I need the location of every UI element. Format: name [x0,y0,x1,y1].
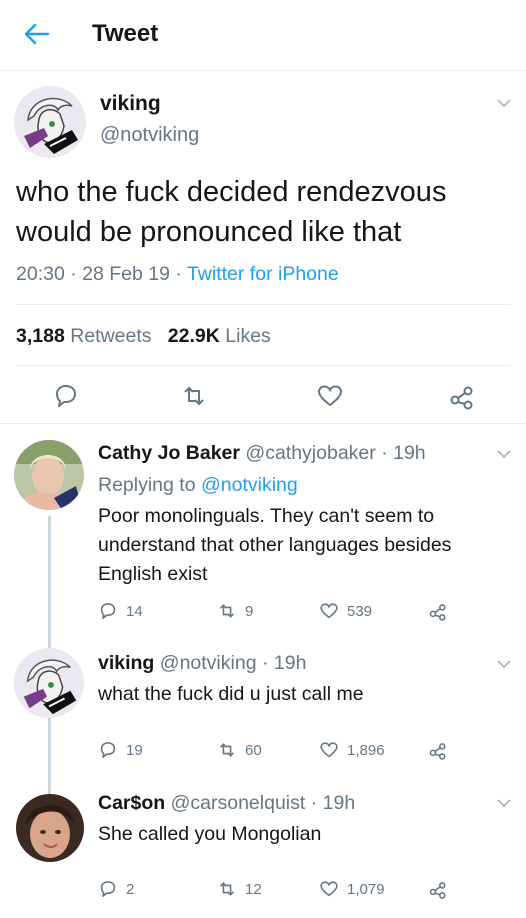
divider [16,365,511,366]
reply-author-name[interactable]: viking [98,652,154,674]
avatar[interactable] [14,648,84,718]
replying-prefix: Replying to [98,474,196,496]
likes-stat[interactable]: 22.9K Likes [168,325,271,347]
reply-text: She called you Mongolian [98,823,322,845]
author-name[interactable]: viking [100,92,161,116]
reply-text: Poor monolinguals. They can't seem to un… [98,505,452,585]
retweet-icon [220,882,234,896]
reply-author-handle[interactable]: @carsonelquist [171,792,306,814]
share-icon [429,743,446,760]
heart-icon [320,881,338,897]
share-button[interactable] [428,739,456,761]
reply-icon [100,603,116,619]
reply-count: 19 [126,741,143,759]
divider [16,304,511,305]
retweet-button[interactable]: 12 [217,878,262,900]
reply-header: viking @notviking · 19h [98,652,307,674]
retweet-count: 9 [245,602,254,620]
retweet-icon [220,604,234,618]
reply-button[interactable]: 19 [98,739,143,761]
reply-icon [100,881,116,897]
retweets-count: 3,188 [16,325,65,347]
share-button[interactable] [428,878,456,900]
tweet-time: 20:30 [16,263,65,285]
reply-header: Cathy Jo Baker @cathyjobaker · 19h [98,442,426,464]
retweet-icon[interactable] [180,382,208,410]
retweet-button[interactable]: 9 [217,600,253,622]
reply-age: 19h [322,792,356,814]
reply-icon [100,742,116,758]
retweet-count: 60 [245,741,262,759]
like-count: 1,896 [347,741,385,759]
heart-icon [320,603,338,619]
chevron-down-icon[interactable] [497,659,511,669]
likes-count: 22.9K [167,325,220,347]
share-icon[interactable] [448,382,476,410]
tweet-text: who the fuck decided rendezvous would be… [16,176,447,248]
replying-to-handle[interactable]: @notviking [201,474,298,496]
tweet-source[interactable]: Twitter for iPhone [187,263,339,285]
retweets-stat[interactable]: 3,188 Retweets [16,325,152,347]
like-count: 1,079 [347,880,385,898]
author-handle[interactable]: @notviking [100,124,199,147]
avatar[interactable] [14,440,84,510]
divider [0,423,526,424]
avatar[interactable] [16,794,84,862]
retweets-label: Retweets [70,325,152,347]
reply-button[interactable]: 2 [98,878,134,900]
reply-header: Car$on @carsonelquist · 19h [98,792,356,814]
share-button[interactable] [428,600,456,622]
share-icon [429,604,446,621]
reply-icon[interactable] [52,382,80,410]
like-button[interactable]: 539 [319,600,372,622]
chevron-down-icon[interactable] [497,449,511,459]
top-bar: Tweet [0,0,526,71]
share-icon [429,882,446,899]
reply-count: 14 [126,602,143,620]
avatar[interactable] [14,86,86,158]
reply-button[interactable]: 14 [98,600,143,622]
reply-author-name[interactable]: Car$on [98,792,165,814]
heart-icon [320,742,338,758]
reply-author-handle[interactable]: @cathyjobaker [245,442,375,464]
reply-count: 2 [126,880,135,898]
retweet-button[interactable]: 60 [217,739,262,761]
retweet-count: 12 [245,880,262,898]
like-button[interactable]: 1,896 [319,739,385,761]
reply-text: what the fuck did u just call me [98,683,364,705]
reply-age: 19h [393,442,426,464]
like-count: 539 [347,602,373,620]
retweet-icon [220,743,234,757]
tweet-date: 28 Feb 19 [82,263,170,285]
page-title: Tweet [92,20,159,47]
reply-author-name[interactable]: Cathy Jo Baker [98,442,240,464]
replying-to: Replying to @notviking [98,474,298,497]
likes-label: Likes [225,325,271,347]
chevron-down-icon[interactable] [497,798,511,808]
tweet-meta: 20:30 · 28 Feb 19 · Twitter for iPhone [16,263,339,285]
chevron-down-icon[interactable] [497,98,511,108]
reply-author-handle[interactable]: @notviking [160,652,257,674]
like-button[interactable]: 1,079 [319,878,385,900]
arrow-left-icon[interactable] [22,22,50,46]
heart-icon[interactable] [316,382,344,410]
reply-age: 19h [273,652,307,674]
tweet-stats: 3,188 Retweets 22.9K Likes [16,325,271,348]
